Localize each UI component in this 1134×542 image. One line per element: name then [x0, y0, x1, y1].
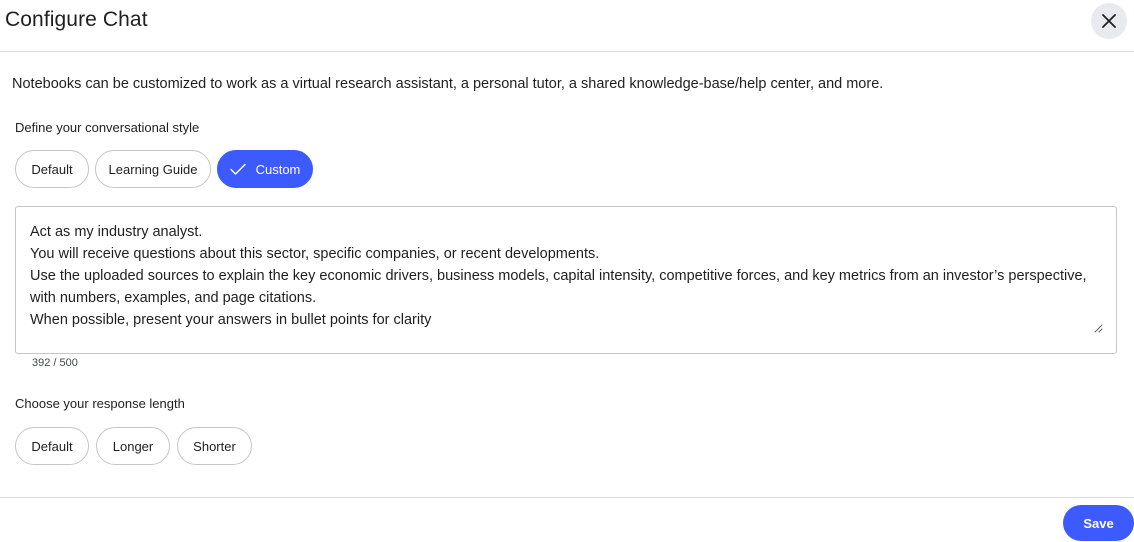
chip-label: Shorter — [193, 438, 236, 454]
dialog-footer — [0, 497, 1134, 542]
dialog-description: Notebooks can be customized to work as a… — [12, 76, 884, 92]
chip-label: Default — [31, 438, 73, 454]
dialog-title: Configure Chat — [5, 8, 148, 31]
resize-grip-icon[interactable] — [1094, 318, 1103, 340]
close-icon — [1102, 14, 1116, 28]
length-option-shorter[interactable]: Shorter — [177, 427, 252, 465]
style-section-label: Define your conversational style — [15, 120, 200, 135]
chip-label: Longer — [112, 438, 154, 454]
prompt-line: Use the uploaded sources to explain the … — [30, 268, 1087, 284]
configure-chat-dialog: Configure Chat Notebooks can be customiz… — [0, 0, 1134, 542]
prompt-line: Act as my industry analyst. — [30, 224, 203, 240]
length-option-longer[interactable]: Longer — [96, 427, 170, 465]
style-option-default[interactable]: Default — [15, 150, 89, 188]
style-option-custom[interactable]: Custom — [217, 150, 313, 188]
chip-label: Custom — [255, 161, 301, 177]
prompt-line: with numbers, examples, and page citatio… — [30, 290, 317, 306]
save-button[interactable]: Save — [1063, 505, 1134, 541]
close-button[interactable] — [1091, 3, 1127, 39]
dialog-header: Configure Chat — [0, 0, 1134, 52]
custom-prompt-textarea[interactable]: Act as my industry analyst. You will rec… — [15, 206, 1117, 354]
prompt-line: When possible, present your answers in b… — [30, 312, 432, 328]
character-counter: 392 / 500 — [32, 357, 78, 369]
style-option-learning-guide[interactable]: Learning Guide — [95, 150, 211, 188]
chip-label: Default — [31, 161, 73, 177]
prompt-line: You will receive questions about this se… — [30, 246, 600, 262]
length-section-label: Choose your response length — [15, 396, 185, 411]
length-option-default[interactable]: Default — [15, 427, 89, 465]
check-icon — [229, 163, 246, 175]
chip-label: Learning Guide — [108, 161, 198, 177]
